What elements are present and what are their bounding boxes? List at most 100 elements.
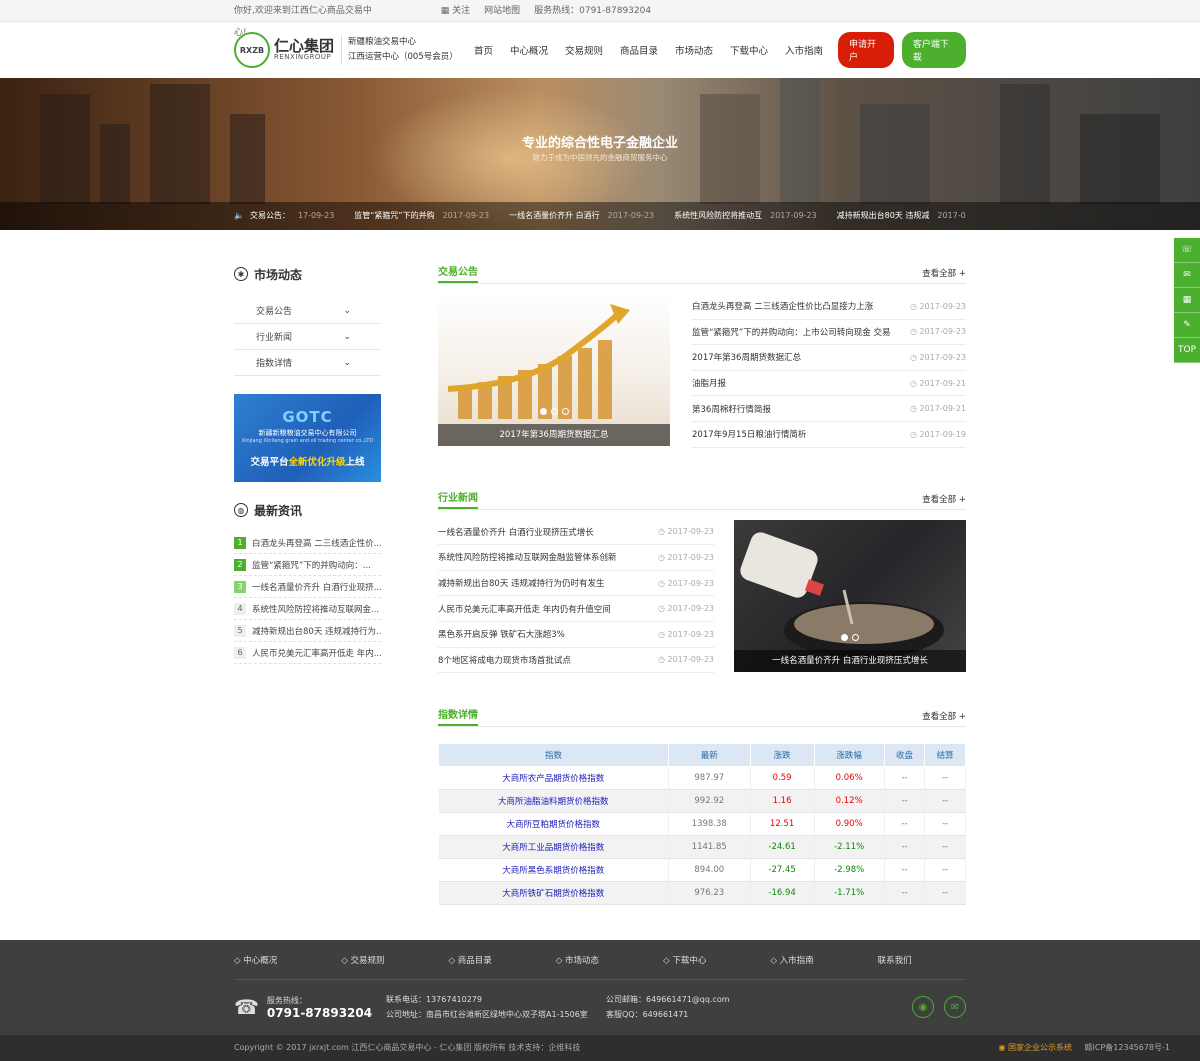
list-item[interactable]: 黑色系开启反弹 铁矿石大涨超3% ◷ 2017-09-23 (438, 622, 714, 648)
footer-link[interactable]: ◇ 市场动态 (556, 954, 631, 966)
back-to-top-button[interactable]: TOP (1174, 338, 1200, 363)
category-item[interactable]: 行业新闻 ⌄ (234, 324, 381, 350)
logo-cn: 仁心集团 (274, 36, 335, 55)
list-item[interactable]: 2017年9月15日粮油行情简析 ◷ 2017-09-19 (692, 422, 966, 448)
table-row[interactable]: 大商所油脂油料期货价格指数 992.92 1.16 0.12% -- -- (438, 789, 966, 814)
view-all-link[interactable]: 查看全部 + (922, 267, 966, 283)
table-row[interactable]: 大商所铁矿石期货价格指数 976.23 -16.94 -1.71% -- -- (438, 881, 966, 906)
logo-subtitle: 新疆粮油交易中心 江西运营中心（005号会员） (341, 35, 458, 65)
list-item[interactable]: 8个地区将成电力现货市场首批试点 ◷ 2017-09-23 (438, 648, 714, 674)
notice-item[interactable]: 监管“紧箍咒”下的并购 2017-09-23 (354, 202, 509, 230)
table-row[interactable]: 大商所工业品期货价格指数 1141.85 -24.61 -2.11% -- -- (438, 835, 966, 860)
list-item[interactable]: 6 人民币兑美元汇率高开低走 年内... (234, 642, 381, 664)
chevron-down-icon: ⌄ (343, 305, 351, 316)
notice-ticker: 🔈 交易公告： 17-09-23 监管“紧箍咒”下的并购 2017-09-23 一… (0, 202, 1200, 230)
notice-list: 白酒龙头再登高 二三线酒企性价比凸显接力上涨 ◷ 2017-09-23 监管“紧箍… (692, 294, 966, 448)
image-caption: 2017年第36周期货数据汇总 (438, 424, 670, 446)
footer-link[interactable]: 联系我们 (878, 954, 912, 966)
list-item[interactable]: 1 白酒龙头再登高 二三线酒企性价... (234, 532, 381, 554)
logo-en: RENXINGROUP (274, 53, 332, 62)
apply-account-button[interactable]: 申请开户 (838, 32, 894, 68)
footer-link[interactable]: ◇ 交易规则 (341, 954, 416, 966)
footer-link[interactable]: ◇ 入市指南 (770, 954, 845, 966)
col-header: 指数 (438, 743, 669, 768)
latest-news-title: ◍ 最新资讯 (234, 500, 381, 520)
headset-icon[interactable]: ☏ (1174, 238, 1200, 263)
banner-subtitle: 致力于成为中国领先的金融商贸服务中心 (532, 153, 668, 162)
notice-item[interactable]: 一线名酒量价齐升 白酒行 2017-09-23 (509, 202, 674, 230)
logo[interactable]: RXZB 仁心集团 RENXINGROUP (234, 32, 339, 68)
index-section-header: 指数详情 查看全部 + (438, 707, 966, 728)
nav-overview[interactable]: 中心概况 (510, 43, 548, 57)
index-table: 指数 最新 涨跌 涨跌幅 收盘 结算 大商所农产品期货价格指数 987.97 0.5… (438, 743, 966, 906)
nav-rules[interactable]: 交易规则 (565, 43, 603, 57)
nav-home[interactable]: 首页 (474, 43, 493, 57)
market-title: ✱ 市场动态 (234, 264, 381, 284)
notice-item[interactable]: 减持新规出台80天 违规减2017-09-23 (837, 202, 966, 230)
list-item[interactable]: 人民币兑美元汇率高开低走 年内仍有升值空间 ◷ 2017-09-23 (438, 596, 714, 622)
notice-item[interactable]: 17-09-23 (290, 202, 354, 230)
category-item[interactable]: 指数详情 ⌄ (234, 350, 381, 376)
nav-market[interactable]: 市场动态 (675, 43, 713, 57)
news-image-carousel[interactable]: 2017年第36周期货数据汇总 (438, 294, 670, 446)
footer-hotline: ☎ 服务热线： 0791-87893204 (234, 995, 373, 1020)
view-all-link[interactable]: 查看全部 + (922, 493, 966, 509)
section-title: 行业新闻 (438, 489, 478, 509)
table-row[interactable]: 大商所农产品期货价格指数 987.97 0.59 0.06% -- -- (438, 766, 966, 791)
category-item[interactable]: 交易公告 ⌄ (234, 298, 381, 324)
chevron-down-icon: ⌄ (343, 357, 351, 368)
footer-contact: 联系电话：13767410279 公司地址：南昌市红谷滩新区绿地中心双子塔A1-… (386, 995, 588, 1019)
col-header: 收盘 (883, 743, 926, 768)
copyright-bar: Copyright © 2017 jxrxjt.com 江西仁心商品交易中心 -… (0, 1035, 1200, 1061)
grid-icon: ✱ (234, 267, 248, 281)
globe-icon: ◍ (234, 503, 248, 517)
section-title: 交易公告 (438, 263, 478, 283)
list-item[interactable]: 油脂月报 ◷ 2017-09-21 (692, 371, 966, 397)
list-item[interactable]: 系统性风险防控将推动互联网金融监管体系创新 ◷ 2017-09-23 (438, 545, 714, 571)
chat-icon[interactable]: ✉ (1174, 263, 1200, 288)
view-all-link[interactable]: 查看全部 + (922, 710, 966, 726)
hero-banner: 专业的综合性电子金融企业 致力于成为中国领先的金融商贸服务中心 🔈 交易公告： … (0, 78, 1200, 230)
footer-link[interactable]: ◇ 下载中心 (663, 954, 738, 966)
phone-icon: ☎ (234, 995, 259, 1019)
client-download-button[interactable]: 客户端下载 (901, 32, 967, 68)
nav-download[interactable]: 下载中心 (730, 43, 768, 57)
image-caption: 一线名酒量价齐升 白酒行业现挤压式增长 (734, 649, 966, 672)
list-item[interactable]: 2 监管“紧箍咒”下的并购动向：... (234, 554, 381, 576)
news-image-carousel[interactable]: 一线名酒量价齐升 白酒行业现挤压式增长 (734, 519, 966, 672)
list-item[interactable]: 减持新规出台80天 违规减持行为仍时有发生 ◷ 2017-09-23 (438, 571, 714, 597)
col-header: 涨跌 (749, 743, 815, 768)
table-row[interactable]: 大商所黑色系期货价格指数 894.00 -27.45 -2.98% -- -- (438, 858, 966, 883)
notice-item[interactable]: 系统性风险防控将推动互 2017-09-23 (674, 202, 837, 230)
latest-news-list: 1 白酒龙头再登高 二三线酒企性价... 2 监管“紧箍咒”下的并购动向：... 3… (234, 532, 381, 664)
promo-banner[interactable]: GOTC 新疆新粮粮油交易中心有限公司 Xinjiang Xinliang gr… (234, 394, 381, 482)
wechat-icon[interactable]: ✉ (944, 996, 966, 1018)
col-header: 涨跌幅 (813, 743, 885, 768)
list-item[interactable]: 第36周棉籽行情简报 ◷ 2017-09-21 (692, 396, 966, 422)
col-header: 结算 (924, 743, 966, 768)
copyright-text: Copyright © 2017 jxrxjt.com 江西仁心商品交易中心 -… (234, 1043, 581, 1052)
nav-guide[interactable]: 入市指南 (785, 43, 823, 57)
speaker-icon: 🔈 (234, 211, 244, 220)
list-item[interactable]: 2017年第36周期货数据汇总 ◷ 2017-09-23 (692, 345, 966, 371)
list-item[interactable]: 一线名酒量价齐升 白酒行业现挤压式增长 ◷ 2017-09-23 (438, 520, 714, 546)
gov-badge-link[interactable]: ◉ 国家企业公示系统 (998, 1043, 1072, 1052)
notice-section-header: 交易公告 查看全部 + (438, 264, 966, 284)
edit-icon[interactable]: ✎ (1174, 313, 1200, 338)
nav-catalog[interactable]: 商品目录 (620, 43, 658, 57)
industry-news-list: 一线名酒量价齐升 白酒行业现挤压式增长 ◷ 2017-09-23 系统性风险防控将… (438, 520, 714, 674)
qrcode-icon[interactable]: ▦ (1174, 288, 1200, 313)
table-row[interactable]: 大商所豆粕期货价格指数 1398.38 12.51 0.90% -- -- (438, 812, 966, 837)
top-bar: 你好,欢迎来到江西仁心商品交易中心! ▦ 关注 网站地图 服务热线：0791-8… (0, 0, 1200, 38)
list-item[interactable]: 3 一线名酒量价齐升 白酒行业现挤... (234, 576, 381, 598)
logo-mark: RXZB (234, 32, 270, 68)
list-item[interactable]: 监管“紧箍咒”下的并购动向：上市公司转向现金 交易 ◷ 2017-09-23 (692, 320, 966, 346)
list-item[interactable]: 白酒龙头再登高 二三线酒企性价比凸显接力上涨 ◷ 2017-09-23 (692, 294, 966, 320)
footer-nav: ◇ 中心概况 ◇ 交易规则 ◇ 商品目录 ◇ 市场动态 ◇ 下载中心 ◇ 入市指… (234, 940, 966, 980)
category-menu: 交易公告 ⌄ 行业新闻 ⌄ 指数详情 ⌄ (234, 298, 381, 376)
footer-link[interactable]: ◇ 商品目录 (449, 954, 524, 966)
list-item[interactable]: 4 系统性风险防控将推动互联网金... (234, 598, 381, 620)
footer-link[interactable]: ◇ 中心概况 (234, 954, 309, 966)
list-item[interactable]: 5 减持新规出台80天 违规减持行为... (234, 620, 381, 642)
weibo-icon[interactable]: ◉ (912, 996, 934, 1018)
